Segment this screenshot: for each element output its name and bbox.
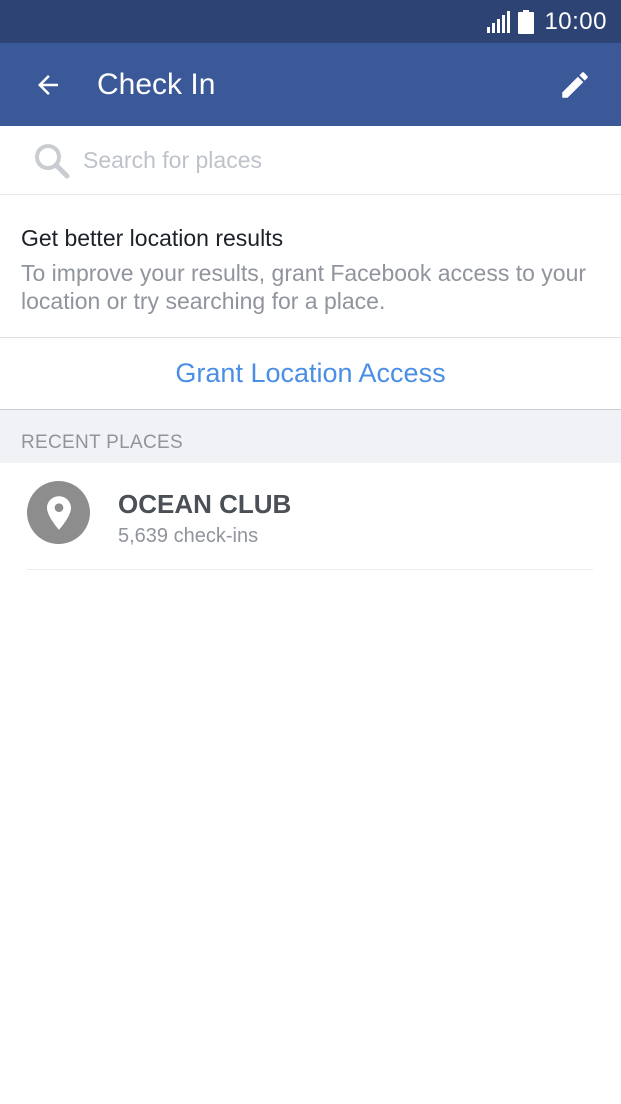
search-icon — [35, 144, 70, 179]
status-bar: 10:00 — [0, 0, 621, 43]
back-arrow-icon — [38, 75, 58, 95]
location-prompt-heading: Get better location results — [21, 225, 284, 251]
edit-button[interactable] — [555, 65, 595, 105]
search-bar — [0, 126, 621, 195]
app-bar: Check In — [0, 43, 621, 126]
place-name: OCEAN CLUB — [118, 489, 292, 519]
grant-location-access-label: Grant Location Access — [175, 358, 446, 388]
back-button[interactable] — [28, 65, 68, 105]
page-title: Check In — [97, 68, 216, 101]
place-checkins: 5,639 check-ins — [118, 525, 259, 547]
pencil-icon — [562, 72, 588, 98]
signal-icon — [487, 10, 511, 33]
location-prompt-body: To improve your results, grant Facebook … — [21, 260, 587, 314]
battery-icon — [518, 9, 535, 34]
location-prompt: Get better location results To improve y… — [0, 195, 621, 338]
search-input[interactable] — [83, 138, 583, 182]
divider — [27, 569, 593, 570]
status-time: 10:00 — [544, 7, 607, 35]
location-pin-icon — [27, 481, 90, 544]
grant-location-access-button[interactable]: Grant Location Access — [0, 338, 621, 410]
list-item[interactable]: OCEAN CLUB 5,639 check-ins — [0, 463, 621, 570]
recent-places-title: RECENT PLACES — [21, 432, 183, 453]
recent-places-header: RECENT PLACES — [0, 410, 621, 463]
